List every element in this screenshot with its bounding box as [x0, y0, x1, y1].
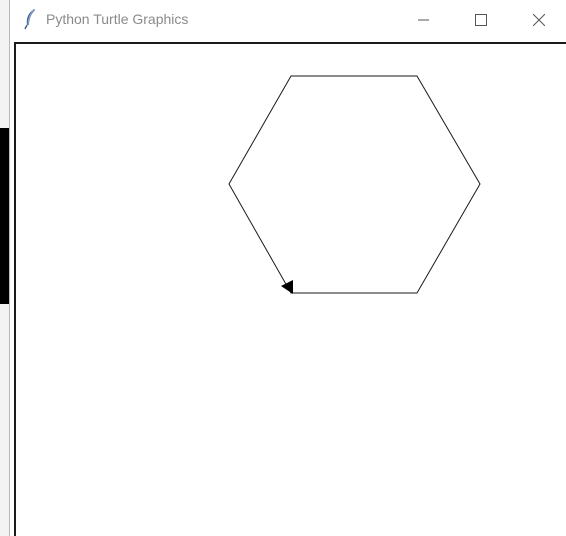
close-icon — [533, 14, 545, 26]
close-button[interactable] — [516, 0, 562, 40]
maximize-button[interactable] — [458, 0, 504, 40]
feather-icon — [22, 8, 38, 30]
maximize-icon — [475, 14, 487, 26]
background-window-edge-bottom — [0, 304, 9, 536]
background-window-edge-dark — [0, 128, 9, 304]
minimize-icon — [418, 19, 429, 21]
turtle-arrow-icon — [281, 280, 293, 294]
turtle-window: Python Turtle Graphics — [9, 0, 566, 536]
background-window-edge-top — [0, 0, 9, 128]
minimize-button[interactable] — [401, 0, 447, 40]
hexagon-drawing — [228, 75, 481, 294]
window-title: Python Turtle Graphics — [46, 11, 189, 27]
turtle-canvas[interactable] — [14, 42, 566, 536]
title-bar[interactable]: Python Turtle Graphics — [10, 0, 566, 40]
